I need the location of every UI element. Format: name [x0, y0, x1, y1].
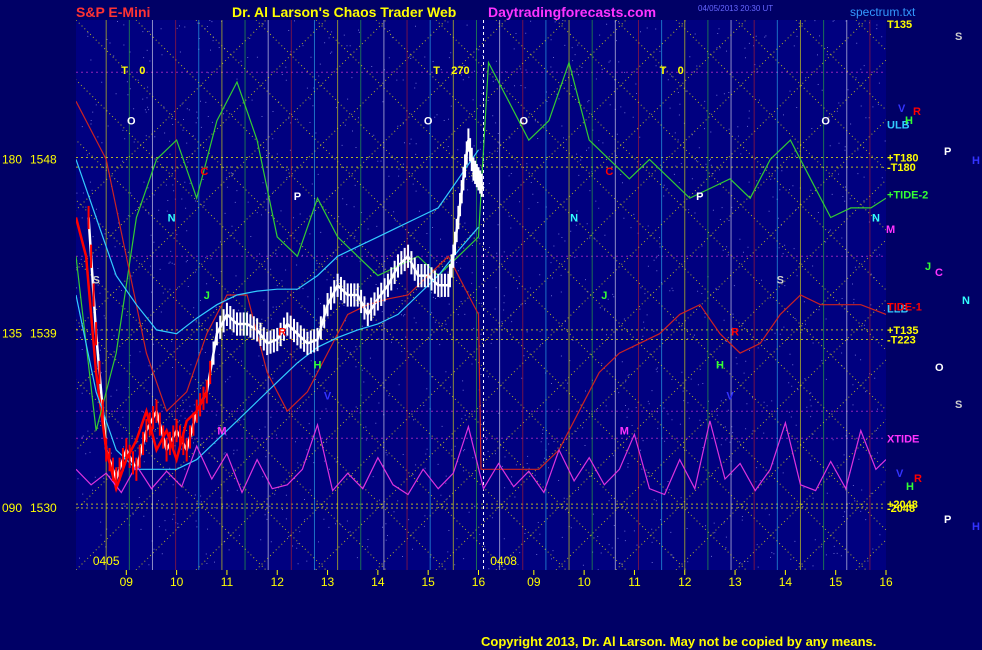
- plot-letter-N: N: [168, 212, 176, 224]
- plot-letter-N: N: [570, 212, 578, 224]
- plot-letter-C: C: [200, 166, 208, 178]
- side-letter-C: C: [935, 267, 943, 279]
- side-letter-M: M: [886, 224, 895, 236]
- site-link[interactable]: Daytradingforecasts.com: [488, 4, 656, 20]
- plot-letter-M: M: [620, 425, 629, 437]
- instrument-title: S&P E-Mini: [76, 4, 151, 20]
- chart-title: Dr. Al Larson's Chaos Trader Web: [232, 4, 457, 20]
- copyright: Copyright 2013, Dr. Al Larson. May not b…: [481, 634, 877, 649]
- x-tick-label: 12: [271, 575, 285, 589]
- top-marker-value: 0: [678, 65, 684, 77]
- plot-letter-J: J: [204, 290, 210, 302]
- right-level-label: TIDE-1: [887, 302, 922, 314]
- top-marker-label: T: [121, 65, 128, 77]
- side-letter-J: J: [925, 261, 931, 273]
- side-letter-S: S: [955, 399, 962, 411]
- plot-letter-V: V: [324, 391, 332, 403]
- right-level-label: T135: [887, 19, 912, 31]
- side-letter-H: H: [972, 521, 980, 533]
- right-level-label: -T180: [887, 162, 916, 174]
- y-axis-price: 1548: [30, 152, 57, 166]
- y-axis-angle: 090: [2, 501, 22, 515]
- x-tick-label: 09: [120, 575, 134, 589]
- x-tick-label: 14: [779, 575, 793, 589]
- side-letter-O: O: [935, 362, 944, 374]
- plot-letter-O: O: [127, 116, 136, 128]
- plot-letter-O: O: [519, 116, 528, 128]
- plot-letter-C: C: [605, 166, 613, 178]
- x-tick-label: 11: [628, 575, 641, 589]
- plot-letter-P: P: [294, 191, 301, 203]
- date-label: 0408: [490, 554, 517, 568]
- side-letter-H: H: [906, 481, 914, 493]
- y-axis-price: 1539: [30, 327, 57, 341]
- plot-letter-O: O: [424, 116, 433, 128]
- top-marker-label: T: [433, 65, 440, 77]
- plot-letter-V: V: [726, 391, 734, 403]
- x-tick-label: 10: [170, 575, 184, 589]
- x-tick-label: 15: [829, 575, 843, 589]
- side-letter-H: H: [972, 155, 980, 167]
- top-marker-value: 270: [451, 65, 469, 77]
- plot-letter-P: P: [696, 191, 703, 203]
- x-tick-label: 13: [728, 575, 742, 589]
- plot-letter-H: H: [716, 360, 724, 372]
- x-tick-label: 12: [678, 575, 692, 589]
- plot-letter-J: J: [601, 290, 607, 302]
- plot-letter-S: S: [92, 274, 99, 286]
- right-level-label: -2048: [887, 503, 915, 515]
- side-letter-R: R: [914, 473, 922, 485]
- timestamp: 04/05/2013 20:30 UT: [698, 4, 774, 13]
- plot-letter-R: R: [731, 327, 739, 339]
- side-letter-S: S: [955, 31, 962, 43]
- side-letter-H: H: [905, 115, 913, 127]
- side-letter-V: V: [898, 103, 906, 115]
- x-tick-label: 09: [527, 575, 541, 589]
- x-tick-label: 16: [879, 575, 893, 589]
- x-tick-label: 16: [472, 575, 486, 589]
- right-level-label: XTIDE: [887, 433, 919, 445]
- right-level-label: +TIDE-2: [887, 189, 928, 201]
- x-tick-label: 14: [371, 575, 385, 589]
- y-axis-price: 1530: [30, 501, 57, 515]
- x-tick-label: 13: [321, 575, 335, 589]
- y-axis-angle: 135: [2, 327, 22, 341]
- plot-letter-O: O: [821, 116, 830, 128]
- y-axis-angle: 180: [2, 152, 22, 166]
- side-letter-P: P: [944, 146, 951, 158]
- top-marker-label: T: [660, 65, 667, 77]
- side-letter-V: V: [896, 468, 904, 480]
- plot-letter-S: S: [777, 274, 784, 286]
- plot-letter-N: N: [872, 212, 880, 224]
- x-tick-label: 11: [221, 575, 234, 589]
- side-letter-P: P: [944, 514, 951, 526]
- x-tick-label: 10: [577, 575, 591, 589]
- plot-letter-R: R: [278, 327, 286, 339]
- right-level-label: -T223: [887, 335, 916, 347]
- spectrum-file-label: spectrum.txt: [850, 5, 916, 19]
- side-letter-R: R: [913, 106, 921, 118]
- date-label: 0405: [93, 554, 120, 568]
- side-letter-N: N: [962, 295, 970, 307]
- chart-svg: O O O OC CN N NP PS SJ JR RH HV VM M 180 1548135 153909…: [0, 0, 982, 650]
- top-marker-value: 0: [139, 65, 145, 77]
- plot-area: [76, 20, 886, 570]
- plot-letter-H: H: [314, 360, 322, 372]
- plot-letter-M: M: [217, 425, 226, 437]
- x-tick-label: 15: [421, 575, 435, 589]
